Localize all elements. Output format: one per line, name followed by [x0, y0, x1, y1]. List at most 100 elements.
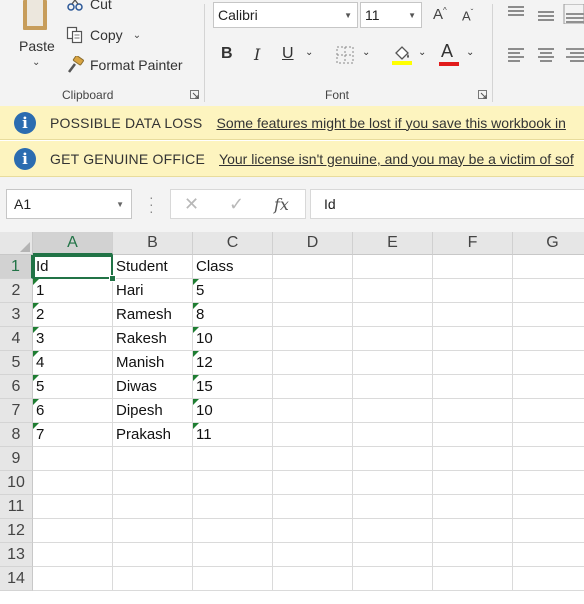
cell-f2[interactable]: [433, 279, 513, 303]
cell-e12[interactable]: [353, 519, 433, 543]
cell-g3[interactable]: [513, 303, 584, 327]
cell-c13[interactable]: [193, 543, 273, 567]
cell-b9[interactable]: [113, 447, 193, 471]
decrease-font-size-button[interactable]: Aˇ: [462, 8, 473, 23]
row-header-6[interactable]: 6: [0, 375, 33, 399]
cell-c8[interactable]: 11: [193, 423, 273, 447]
cell-d6[interactable]: [273, 375, 353, 399]
cell-d12[interactable]: [273, 519, 353, 543]
cell-g12[interactable]: [513, 519, 584, 543]
copy-dropdown-icon[interactable]: ⌄: [133, 30, 141, 41]
cell-c6[interactable]: 15: [193, 375, 273, 399]
cell-f12[interactable]: [433, 519, 513, 543]
name-box[interactable]: A1 ▼: [6, 189, 132, 219]
cell-d1[interactable]: [273, 255, 353, 279]
row-header-4[interactable]: 4: [0, 327, 33, 351]
cell-a12[interactable]: [33, 519, 113, 543]
enter-icon[interactable]: ✓: [229, 194, 244, 215]
cell-d8[interactable]: [273, 423, 353, 447]
row-header-3[interactable]: 3: [0, 303, 33, 327]
cell-e7[interactable]: [353, 399, 433, 423]
cell-d7[interactable]: [273, 399, 353, 423]
cell-b4[interactable]: Rakesh: [113, 327, 193, 351]
fill-handle[interactable]: [109, 275, 116, 282]
cell-f1[interactable]: [433, 255, 513, 279]
font-size-select[interactable]: 11 ▼: [360, 2, 422, 28]
cell-a5[interactable]: 4: [33, 351, 113, 375]
cell-c5[interactable]: 12: [193, 351, 273, 375]
cell-a8[interactable]: 7: [33, 423, 113, 447]
row-header-12[interactable]: 12: [0, 519, 33, 543]
paste-dropdown-icon[interactable]: ⌄: [32, 57, 40, 68]
cell-g1[interactable]: [513, 255, 584, 279]
cell-g6[interactable]: [513, 375, 584, 399]
row-header-11[interactable]: 11: [0, 495, 33, 519]
cell-g2[interactable]: [513, 279, 584, 303]
fill-color-dropdown-icon[interactable]: ⌄: [418, 47, 426, 58]
cell-c12[interactable]: [193, 519, 273, 543]
cell-g9[interactable]: [513, 447, 584, 471]
paste-icon[interactable]: [22, 0, 48, 30]
cell-b13[interactable]: [113, 543, 193, 567]
message-link[interactable]: Some features might be lost if you save …: [216, 115, 565, 131]
cell-f6[interactable]: [433, 375, 513, 399]
fill-color-icon[interactable]: [391, 44, 413, 66]
cell-a13[interactable]: [33, 543, 113, 567]
underline-button[interactable]: U: [282, 45, 294, 63]
column-header-c[interactable]: C: [193, 232, 273, 255]
row-header-14[interactable]: 14: [0, 567, 33, 591]
cell-g7[interactable]: [513, 399, 584, 423]
cell-d13[interactable]: [273, 543, 353, 567]
cell-a11[interactable]: [33, 495, 113, 519]
chevron-down-icon[interactable]: ▼: [116, 200, 124, 209]
cell-g8[interactable]: [513, 423, 584, 447]
cell-f10[interactable]: [433, 471, 513, 495]
cell-d11[interactable]: [273, 495, 353, 519]
row-header-10[interactable]: 10: [0, 471, 33, 495]
font-color-button[interactable]: A: [441, 41, 453, 62]
borders-icon[interactable]: [336, 46, 354, 64]
row-header-5[interactable]: 5: [0, 351, 33, 375]
row-header-2[interactable]: 2: [0, 279, 33, 303]
bold-button[interactable]: B: [221, 45, 233, 63]
column-header-b[interactable]: B: [113, 232, 193, 255]
insert-function-button[interactable]: fx: [274, 195, 289, 214]
cell-e6[interactable]: [353, 375, 433, 399]
cell-e3[interactable]: [353, 303, 433, 327]
cell-b3[interactable]: Ramesh: [113, 303, 193, 327]
cell-b2[interactable]: Hari: [113, 279, 193, 303]
cell-e1[interactable]: [353, 255, 433, 279]
cell-d4[interactable]: [273, 327, 353, 351]
underline-dropdown-icon[interactable]: ⌄: [305, 47, 313, 58]
italic-button[interactable]: I: [254, 45, 260, 64]
cell-a10[interactable]: [33, 471, 113, 495]
font-dialog-launcher-icon[interactable]: [478, 90, 487, 99]
cell-d3[interactable]: [273, 303, 353, 327]
cell-a14[interactable]: [33, 567, 113, 591]
cell-c4[interactable]: 10: [193, 327, 273, 351]
borders-dropdown-icon[interactable]: ⌄: [362, 47, 370, 58]
cell-f11[interactable]: [433, 495, 513, 519]
cell-b14[interactable]: [113, 567, 193, 591]
cut-button[interactable]: Cut: [66, 0, 112, 12]
column-header-f[interactable]: F: [433, 232, 513, 255]
cell-c10[interactable]: [193, 471, 273, 495]
cell-g13[interactable]: [513, 543, 584, 567]
cell-e5[interactable]: [353, 351, 433, 375]
select-all-button[interactable]: [0, 232, 33, 255]
format-painter-button[interactable]: Format Painter: [66, 56, 183, 74]
cell-f7[interactable]: [433, 399, 513, 423]
cell-a6[interactable]: 5: [33, 375, 113, 399]
cell-e8[interactable]: [353, 423, 433, 447]
cell-b8[interactable]: Prakash: [113, 423, 193, 447]
cell-f13[interactable]: [433, 543, 513, 567]
cell-d14[interactable]: [273, 567, 353, 591]
cell-e13[interactable]: [353, 543, 433, 567]
column-header-d[interactable]: D: [273, 232, 353, 255]
message-link[interactable]: Your license isn't genuine, and you may …: [219, 151, 574, 167]
cell-f14[interactable]: [433, 567, 513, 591]
cell-g10[interactable]: [513, 471, 584, 495]
cell-c2[interactable]: 5: [193, 279, 273, 303]
cell-f8[interactable]: [433, 423, 513, 447]
row-header-13[interactable]: 13: [0, 543, 33, 567]
